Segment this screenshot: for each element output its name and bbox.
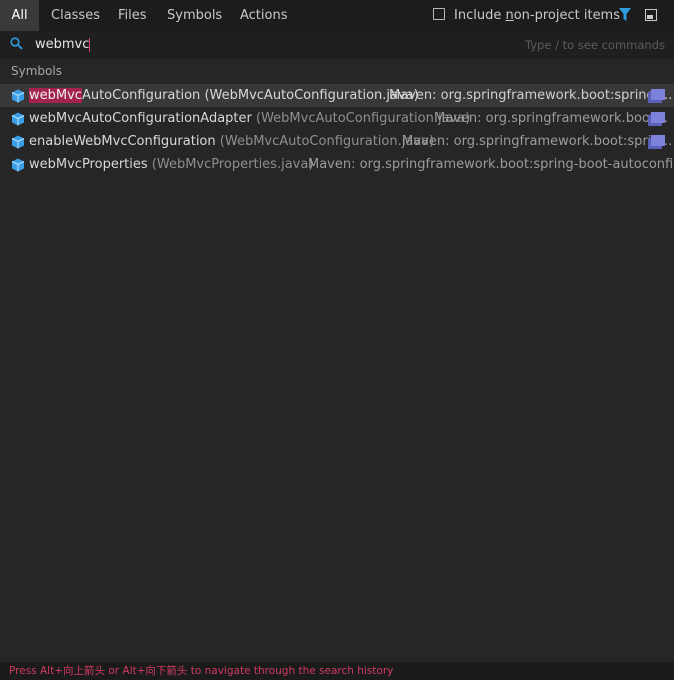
search-placeholder-hint: Type / to see commands	[525, 38, 665, 52]
cube-symbol-icon	[11, 111, 25, 130]
symbol-location: Maven: org.springframework.boot…	[434, 111, 668, 126]
symbol-name: AutoConfiguration	[81, 88, 201, 103]
symbol-location: Maven: org.springframework.boot:spring-b…	[308, 157, 674, 172]
text-caret	[89, 37, 91, 52]
result-row[interactable]: webMvcProperties (WebMvcProperties.java)…	[0, 153, 674, 176]
symbol-file: (WebMvcProperties.java)	[151, 157, 314, 172]
result-row[interactable]: enableWebMvcConfiguration (WebMvcAutoCon…	[0, 130, 674, 153]
symbol-name: enableWebMvcConfiguration	[29, 134, 216, 149]
search-history-hint: Press Alt+向上箭头 or Alt+向下箭头 to navigate t…	[9, 665, 394, 677]
dock-window-icon[interactable]	[645, 9, 657, 25]
match-highlight: webMvc	[29, 88, 82, 103]
filter-icon[interactable]	[619, 8, 631, 26]
cube-symbol-icon	[11, 134, 25, 153]
cube-symbol-icon	[11, 157, 25, 176]
library-folder-icon	[648, 134, 665, 153]
search-input[interactable]: webmvc	[35, 31, 91, 59]
symbol-location: Maven: org.springframework.boot:sprin…	[402, 134, 673, 149]
result-row[interactable]: webMvcAutoConfiguration (WebMvcAutoConfi…	[0, 84, 674, 107]
search-icon	[10, 37, 23, 54]
include-non-project-checkbox[interactable]	[433, 8, 445, 20]
library-folder-icon	[648, 111, 665, 130]
library-folder-icon	[648, 88, 665, 107]
section-header-symbols: Symbols	[11, 64, 62, 78]
search-bar: webmvc Type / to see commands	[0, 31, 674, 59]
symbol-name: webMvcAutoConfigurationAdapter	[29, 111, 252, 126]
cube-symbol-icon	[11, 88, 25, 107]
status-bar: Press Alt+向上箭头 or Alt+向下箭头 to navigate t…	[0, 662, 674, 680]
include-non-project-label[interactable]: Include non-project items	[454, 0, 620, 31]
tab-all[interactable]: All	[0, 0, 39, 31]
symbol-file: (WebMvcAutoConfiguration.java)	[204, 88, 419, 103]
tab-classes[interactable]: Classes	[51, 0, 100, 31]
tab-files[interactable]: Files	[118, 0, 147, 31]
symbol-location: Maven: org.springframework.boot:spring-…	[389, 88, 673, 103]
tab-symbols[interactable]: Symbols	[167, 0, 222, 31]
symbol-name: webMvcProperties	[29, 157, 148, 172]
tab-bar: All Classes Files Symbols Actions Includ…	[0, 0, 674, 31]
tab-actions[interactable]: Actions	[240, 0, 288, 31]
result-row[interactable]: webMvcAutoConfigurationAdapter (WebMvcAu…	[0, 107, 674, 130]
